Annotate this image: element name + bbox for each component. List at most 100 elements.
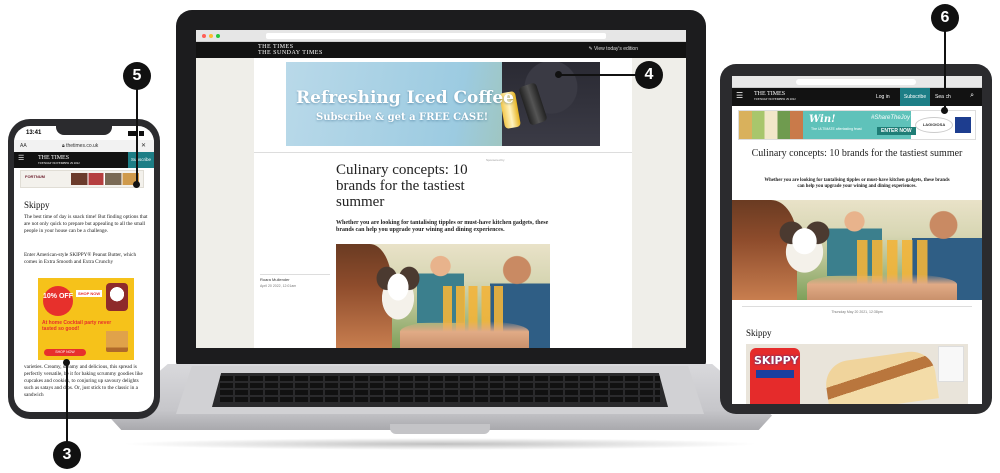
menu-icon[interactable]: ☰ [736, 91, 743, 100]
status-time: 13:41 [26, 130, 42, 136]
callout-3-line [66, 362, 68, 444]
ad-brand-logo: FORTNUM [25, 174, 45, 179]
callout-6: 6 [931, 4, 959, 32]
photo-dog [370, 260, 426, 324]
callout-3-dot [63, 359, 70, 366]
section-heading: Skippy [24, 200, 50, 210]
key-row [220, 376, 660, 381]
times-logo[interactable]: THE TIMES THE SUNDAY TIMES [258, 44, 323, 56]
section-heading: Skippy [746, 328, 772, 338]
ad-small-text: The ULTIMATE aftertasting feast [811, 127, 862, 131]
jar-label: SKIPPY [754, 354, 799, 367]
ad-enter-now-button[interactable]: ENTER NOW [877, 127, 916, 135]
body-paragraph: Enter American-style SKIPPY® Peanut Butt… [24, 252, 137, 265]
minimize-window-icon[interactable] [209, 34, 213, 38]
key-row [220, 390, 660, 395]
device-mockup-stage: THE TIMES THE SUNDAY TIMES ✎ View today'… [0, 0, 1000, 473]
close-icon[interactable]: ✕ [141, 142, 146, 149]
callout-5-line [136, 88, 138, 184]
eu-flag-icon [955, 117, 971, 133]
sandwich-image [823, 348, 939, 404]
milk-glass-image [938, 346, 964, 382]
login-link[interactable]: Log in [876, 94, 890, 100]
ad-product-jar [106, 283, 128, 311]
subscribe-button[interactable]: Subscribe [900, 88, 930, 106]
laptop-browser-toolbar [196, 30, 686, 42]
laptop-screen: THE TIMES THE SUNDAY TIMES ✎ View today'… [196, 30, 686, 348]
iced-coffee-ad-banner[interactable]: Refreshing Iced Coffee Subscribe & get a… [286, 62, 600, 146]
callout-4-line [558, 74, 638, 76]
phone-address-bar[interactable]: AA 🔒︎ thetimes.co.uk ✕ [14, 140, 154, 152]
laptop-article-page: Refreshing Iced Coffee Subscribe & get a… [254, 58, 632, 348]
laptop-trackpad-notch [390, 424, 490, 434]
callout-6-dot [941, 107, 948, 114]
url-domain: thetimes.co.uk [66, 143, 99, 149]
callout-4-dot [555, 71, 562, 78]
laptop-address-bar[interactable] [266, 33, 606, 39]
logo-line-sunday-times: THE SUNDAY TIMES [258, 50, 323, 56]
jar-band [756, 370, 794, 378]
discount-badge: 10% OFF [43, 286, 73, 316]
callout-5-dot [133, 181, 140, 188]
ad-win-text: Win! [809, 114, 836, 125]
laptop-keyboard [212, 373, 668, 407]
callout-5: 5 [123, 62, 151, 90]
subscribe-button[interactable]: Subscribe [128, 152, 154, 168]
ad-brand-logo: LAGIOIOSA [915, 117, 953, 133]
callout-6-line [944, 28, 946, 110]
photo-dog [772, 216, 837, 276]
laptop-site-header: THE TIMES THE SUNDAY TIMES ✎ View today'… [196, 42, 686, 58]
phone-notch [56, 126, 112, 135]
maximize-window-icon[interactable] [216, 34, 220, 38]
friends-toasting-photo [732, 200, 982, 300]
article-standfirst: Whether you are looking for tantalising … [336, 220, 549, 233]
friends-toasting-photo [336, 244, 550, 348]
times-logo[interactable]: THE TIMES TUESDAY NOVEMBER 29 2022 [754, 91, 796, 101]
ad-shop-tag: SHOP NOW [76, 290, 103, 297]
lagioiosa-ad-banner[interactable]: Win! The ULTIMATE aftertasting feast #Sh… [738, 110, 976, 140]
tablet-address-bar[interactable] [796, 79, 916, 85]
laptop-shadow [120, 438, 760, 450]
divider [742, 306, 972, 307]
ad-bottles-image [739, 111, 803, 139]
ad-shop-now-button[interactable]: SHOP NOW [44, 349, 86, 356]
ad-hashtag: #ShareTheJoy [871, 115, 911, 121]
ad-cocktail-image [106, 322, 128, 352]
article-date: Thursday May 20 2021, 12:38pm [831, 310, 883, 314]
skippy-product-photo: SKIPPY [746, 344, 968, 404]
callout-4: 4 [635, 61, 663, 89]
skippy-jar: SKIPPY [750, 348, 800, 404]
close-window-icon[interactable] [202, 34, 206, 38]
masthead-date: TUESDAY NOVEMBER 29 2022 [754, 97, 796, 101]
ad-win-panel: Win! The ULTIMATE aftertasting feast [803, 111, 871, 139]
article-standfirst: Whether you are looking for tantalising … [764, 178, 950, 189]
divider [254, 152, 632, 153]
key-row [220, 383, 660, 388]
cocktail-ad[interactable]: 10% OFF SHOP NOW At home Cocktail party … [38, 278, 134, 360]
menu-icon[interactable]: ☰ [18, 154, 24, 162]
callout-3: 3 [53, 441, 81, 469]
article-title: Culinary concepts: 10 brands for the tas… [336, 162, 468, 210]
ad-slogan: At home Cocktail party never tasted so g… [42, 320, 112, 332]
body-paragraph: varieties. Creamy, dreamy and delicious,… [24, 364, 143, 398]
ad-headline: Refreshing Iced Coffee [296, 88, 514, 108]
fortnum-ad-banner[interactable]: FORTNUM [20, 170, 144, 188]
article-hero-photo [732, 200, 982, 300]
search-icon[interactable]: ⌕ [970, 92, 974, 100]
search-link[interactable]: Search [935, 94, 951, 100]
phone-site-header: ☰ THE TIMES TUESDAY NOVEMBER 29 2022 Sub… [14, 152, 154, 168]
times-logo[interactable]: THE TIMES TUESDAY NOVEMBER 29 2022 [38, 155, 80, 165]
body-paragraph: The best time of day is snack time! But … [24, 214, 148, 234]
sponsored-label: Sponsored by [486, 158, 505, 162]
photo-hands [807, 274, 957, 300]
article-author[interactable]: Roara Mullender [260, 274, 330, 282]
url-text[interactable]: 🔒︎ thetimes.co.uk [62, 143, 98, 149]
article-date: April 20 2022, 12:01am [260, 284, 297, 288]
tablet-screen: ☰ THE TIMES TUESDAY NOVEMBER 29 2022 Log… [732, 76, 982, 404]
ad-product-images [71, 173, 139, 185]
reader-mode-button[interactable]: AA [20, 143, 27, 149]
masthead-date: TUESDAY NOVEMBER 29 2022 [38, 161, 80, 165]
key-row [220, 397, 660, 402]
phone-screen: 13:41 AA 🔒︎ thetimes.co.uk ✕ ☰ THE TIMES… [14, 126, 154, 412]
view-todays-edition-link[interactable]: ✎ View today's edition [588, 46, 638, 52]
